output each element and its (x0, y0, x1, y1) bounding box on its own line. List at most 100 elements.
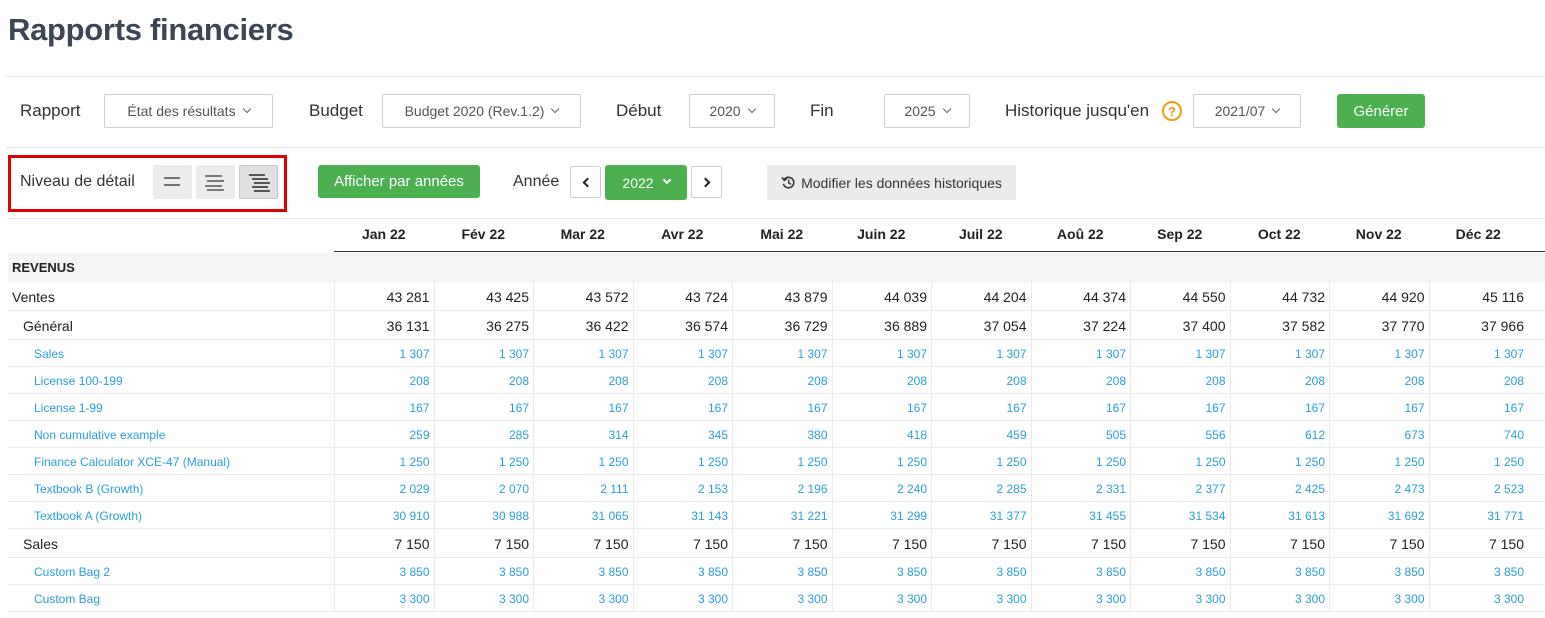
table-cell[interactable]: 3 300 (1329, 585, 1429, 611)
table-cell[interactable]: 1 307 (831, 340, 932, 366)
table-cell[interactable]: 1 250 (632, 448, 733, 474)
table-cell[interactable]: 167 (1329, 394, 1429, 420)
table-cell[interactable]: 2 111 (533, 475, 633, 501)
detail-level-2-button[interactable] (196, 165, 235, 199)
edit-history-button[interactable]: Modifier les données historiques (767, 165, 1016, 200)
row-label[interactable]: Sales (34, 347, 64, 361)
table-cell[interactable]: 3 300 (931, 585, 1031, 611)
table-row[interactable]: Custom Bag 3 300 3 300 3 300 3 300 3 300 3 300… (8, 585, 1545, 612)
table-cell[interactable]: 167 (1130, 394, 1230, 420)
table-cell[interactable]: 3 300 (533, 585, 633, 611)
table-cell[interactable]: 167 (931, 394, 1031, 420)
table-cell[interactable]: 208 (433, 367, 534, 393)
table-cell[interactable]: 31 221 (732, 502, 832, 528)
table-cell[interactable]: 3 300 (732, 585, 832, 611)
previous-year-button[interactable] (570, 166, 601, 198)
row-label[interactable]: License 1-99 (34, 401, 103, 415)
table-cell[interactable]: 3 850 (732, 558, 832, 584)
table-cell[interactable]: 3 850 (1428, 558, 1529, 584)
table-cell[interactable]: 208 (533, 367, 633, 393)
table-row[interactable]: License 100-199 208 208 208 208 208 208 208 208 2… (8, 367, 1545, 394)
table-cell[interactable]: 167 (1030, 394, 1131, 420)
table-cell[interactable]: 1 250 (931, 448, 1031, 474)
table-cell[interactable]: 31 377 (931, 502, 1031, 528)
table-cell[interactable]: 2 240 (831, 475, 932, 501)
year-select[interactable]: 2022 (605, 165, 687, 200)
row-label[interactable]: License 100-199 (34, 374, 123, 388)
table-cell[interactable]: 208 (334, 367, 434, 393)
table-cell[interactable]: 167 (533, 394, 633, 420)
budget-select[interactable]: Budget 2020 (Rev.1.2) (382, 94, 581, 128)
table-cell[interactable]: 167 (831, 394, 932, 420)
table-cell[interactable]: 1 307 (1428, 340, 1529, 366)
table-cell[interactable]: 459 (931, 421, 1031, 447)
table-cell[interactable]: 418 (831, 421, 932, 447)
table-cell[interactable]: 1 250 (1030, 448, 1131, 474)
show-by-years-button[interactable]: Afficher par années (318, 165, 480, 198)
table-cell[interactable]: 3 850 (1229, 558, 1330, 584)
table-cell[interactable]: 1 307 (1329, 340, 1429, 366)
table-cell[interactable]: 2 285 (931, 475, 1031, 501)
table-cell[interactable]: 380 (732, 421, 832, 447)
table-cell[interactable]: 31 065 (533, 502, 633, 528)
table-cell[interactable]: 3 300 (831, 585, 932, 611)
table-cell[interactable]: 208 (732, 367, 832, 393)
table-cell[interactable]: 3 850 (632, 558, 733, 584)
table-cell[interactable]: 167 (1229, 394, 1330, 420)
table-cell[interactable]: 208 (1030, 367, 1131, 393)
report-select[interactable]: État des résultats (104, 94, 273, 128)
row-label[interactable]: Non cumulative example (34, 428, 165, 442)
table-cell[interactable]: 31 455 (1030, 502, 1131, 528)
table-cell[interactable]: 1 307 (632, 340, 733, 366)
table-row[interactable]: Finance Calculator XCE-47 (Manual) 1 250 1… (8, 448, 1545, 475)
table-cell[interactable]: 1 250 (831, 448, 932, 474)
table-cell[interactable]: 31 613 (1229, 502, 1330, 528)
table-cell[interactable]: 31 534 (1130, 502, 1230, 528)
end-select[interactable]: 2025 (884, 94, 970, 128)
generate-button[interactable]: Générer (1337, 94, 1425, 128)
table-cell[interactable]: 3 850 (831, 558, 932, 584)
table-cell[interactable]: 1 250 (433, 448, 534, 474)
table-cell[interactable]: 314 (533, 421, 633, 447)
table-cell[interactable]: 1 250 (334, 448, 434, 474)
table-cell[interactable]: 2 196 (732, 475, 832, 501)
help-icon[interactable]: ? (1162, 101, 1182, 121)
table-cell[interactable]: 3 850 (433, 558, 534, 584)
table-row[interactable]: License 1-99 167 167 167 167 167 167 167 167 167 1… (8, 394, 1545, 421)
row-label[interactable]: Custom Bag 2 (34, 565, 110, 579)
table-cell[interactable]: 3 300 (1428, 585, 1529, 611)
table-cell[interactable]: 556 (1130, 421, 1230, 447)
table-cell[interactable]: 2 029 (334, 475, 434, 501)
table-cell[interactable]: 3 850 (533, 558, 633, 584)
table-cell[interactable]: 2 473 (1329, 475, 1429, 501)
table-cell[interactable]: 1 250 (1229, 448, 1330, 474)
table-cell[interactable]: 3 850 (334, 558, 434, 584)
table-cell[interactable]: 505 (1030, 421, 1131, 447)
table-cell[interactable]: 1 250 (732, 448, 832, 474)
table-row[interactable]: Textbook A (Growth) 30 910 30 988 31 065 31 … (8, 502, 1545, 529)
table-cell[interactable]: 31 143 (632, 502, 733, 528)
table-cell[interactable]: 1 307 (1130, 340, 1230, 366)
table-cell[interactable]: 208 (632, 367, 733, 393)
table-cell[interactable]: 2 153 (632, 475, 733, 501)
table-row[interactable]: Custom Bag 23 850 3 850 3 850 3 850 3 850 3 8… (8, 558, 1545, 585)
table-cell[interactable]: 1 250 (1329, 448, 1429, 474)
table-cell[interactable]: 2 377 (1130, 475, 1230, 501)
table-cell[interactable]: 2 070 (433, 475, 534, 501)
table-cell[interactable]: 208 (931, 367, 1031, 393)
table-row[interactable]: Non cumulative example 259 285 314 345 380 418… (8, 421, 1545, 448)
table-cell[interactable]: 1 307 (533, 340, 633, 366)
table-cell[interactable]: 3 850 (1130, 558, 1230, 584)
table-cell[interactable]: 208 (1428, 367, 1529, 393)
table-cell[interactable]: 208 (1329, 367, 1429, 393)
table-cell[interactable]: 2 425 (1229, 475, 1330, 501)
next-year-button[interactable] (691, 166, 722, 198)
table-cell[interactable]: 3 300 (632, 585, 733, 611)
table-cell[interactable]: 740 (1428, 421, 1529, 447)
table-cell[interactable]: 1 307 (433, 340, 534, 366)
row-label[interactable]: Finance Calculator XCE-47 (Manual) (34, 455, 230, 469)
table-cell[interactable]: 3 300 (1030, 585, 1131, 611)
table-cell[interactable]: 167 (433, 394, 534, 420)
table-cell[interactable]: 3 850 (1329, 558, 1429, 584)
table-cell[interactable]: 259 (334, 421, 434, 447)
